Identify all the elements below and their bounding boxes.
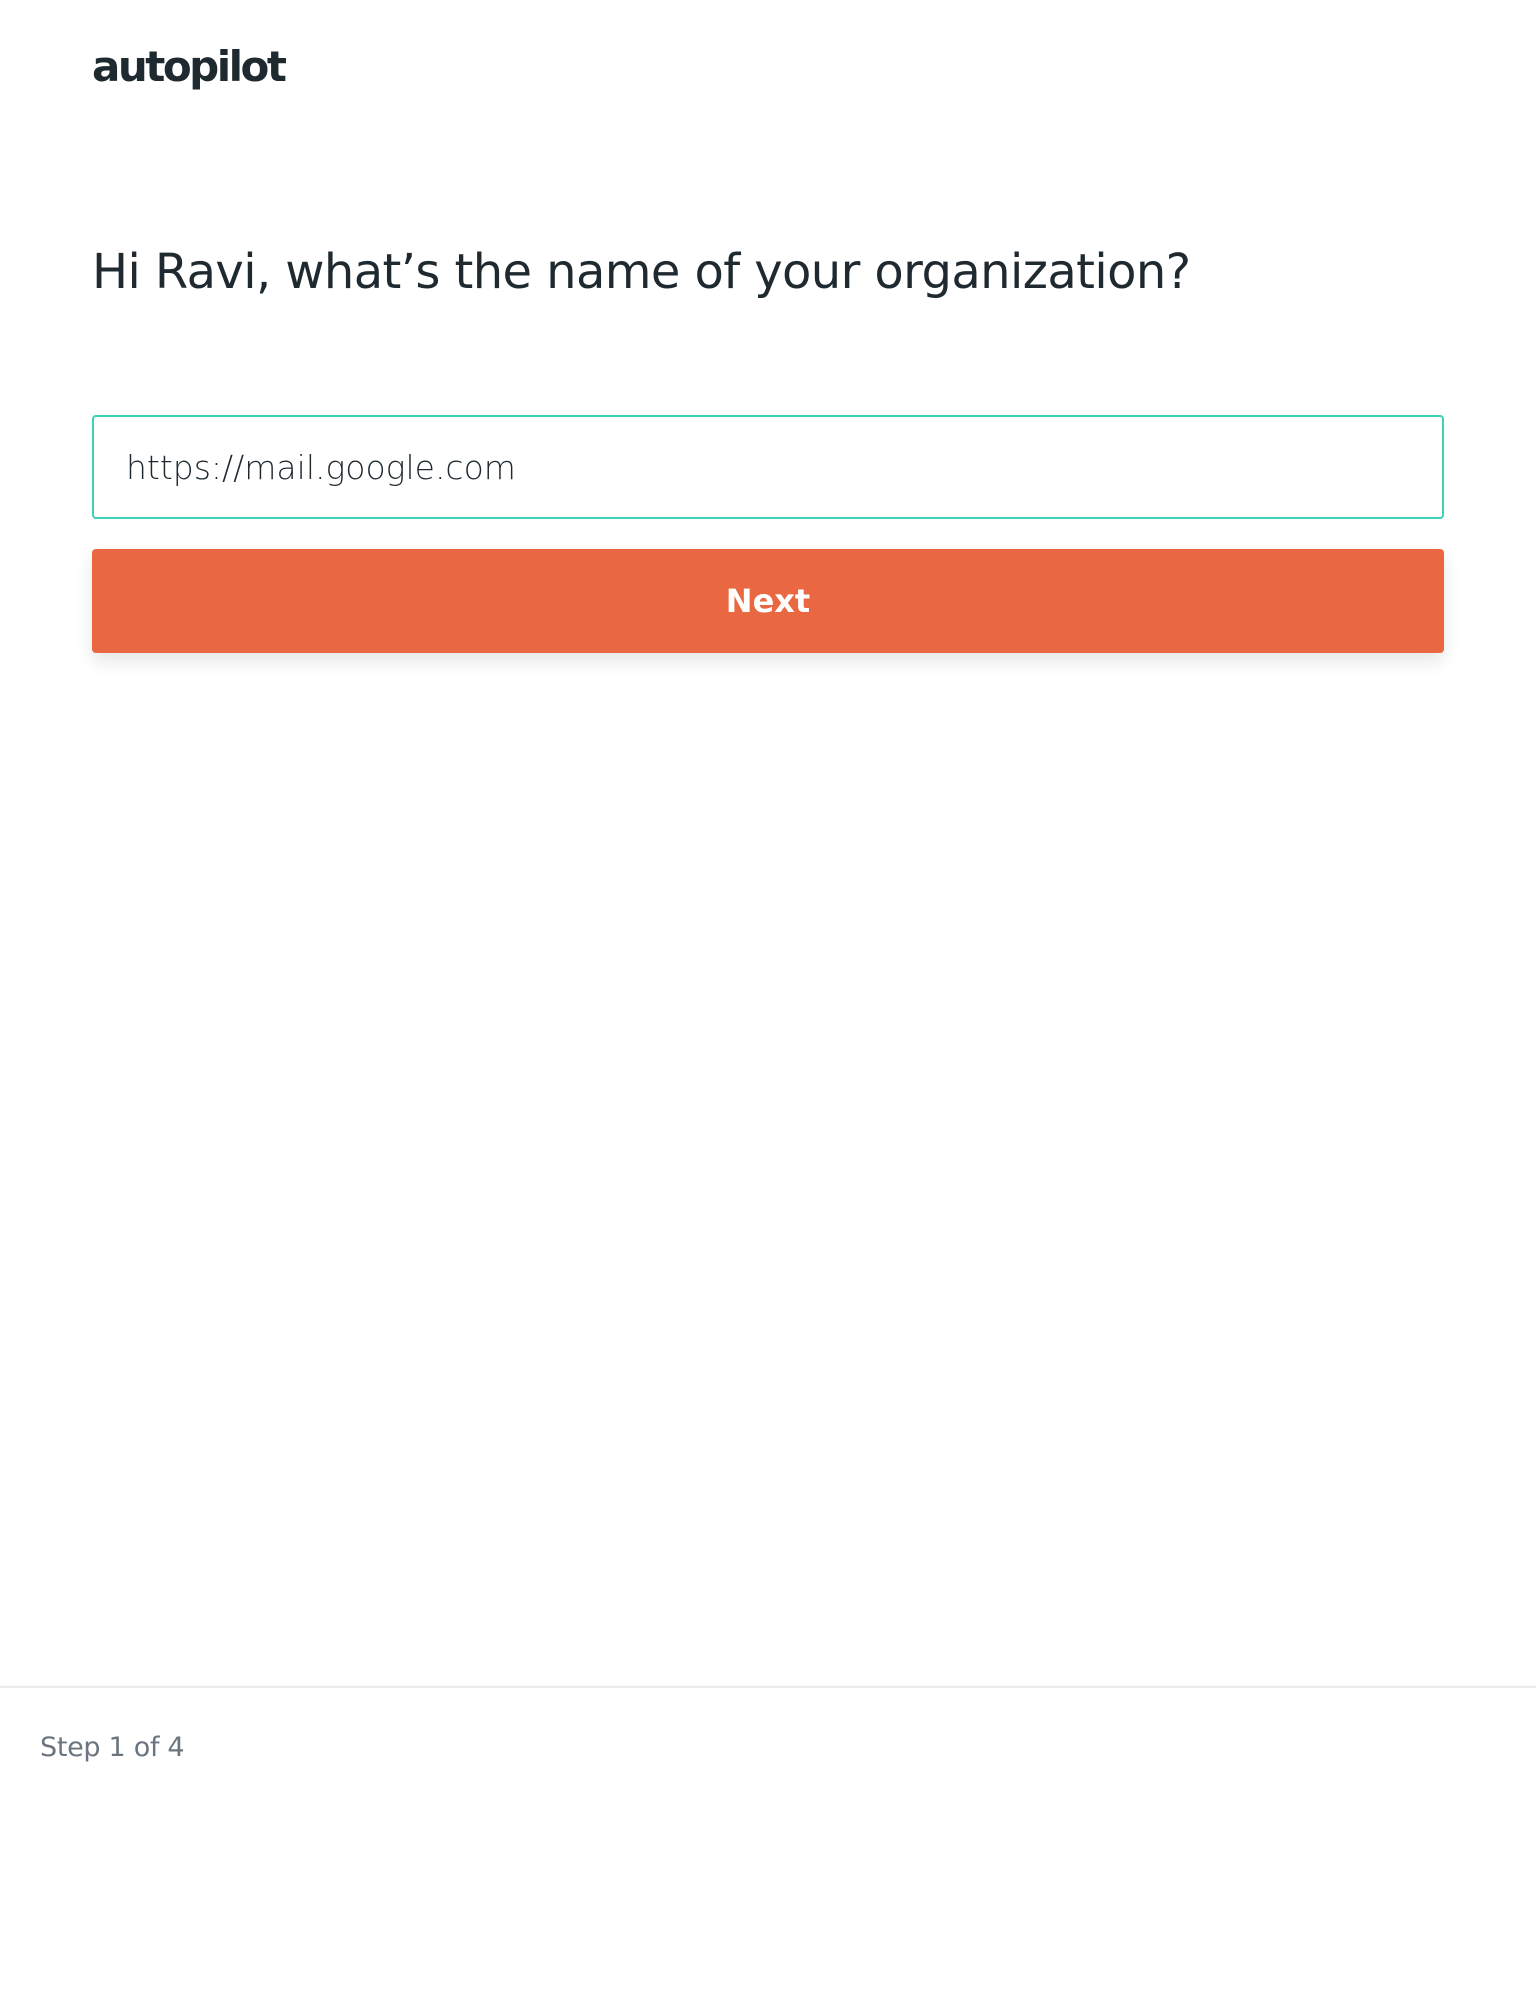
autopilot-logo: autopilot	[92, 42, 287, 91]
page-title: Hi Ravi, what’s the name of your organiz…	[92, 244, 1191, 300]
next-button[interactable]: Next	[92, 549, 1444, 653]
step-indicator: Step 1 of 4	[40, 1732, 185, 1763]
organization-name-input[interactable]	[92, 415, 1444, 519]
onboarding-page: autopilot Hi Ravi, what’s the name of yo…	[0, 0, 1536, 2000]
footer-divider	[0, 1686, 1536, 1688]
